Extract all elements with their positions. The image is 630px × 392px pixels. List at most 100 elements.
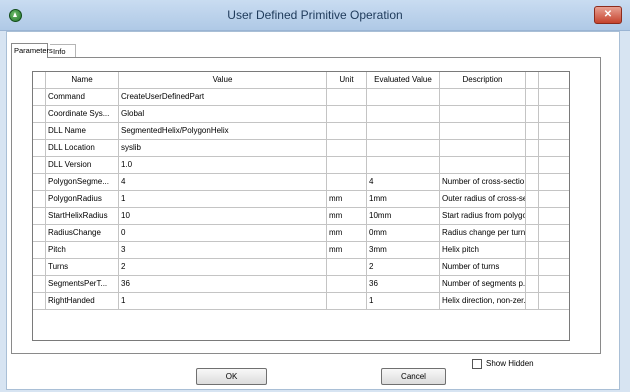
table-row[interactable]: DLL Name SegmentedHelix/PolygonHelix xyxy=(33,123,569,140)
cell-unit[interactable]: mm xyxy=(327,208,367,224)
row-selector-cell[interactable] xyxy=(33,123,46,139)
cell-unit[interactable] xyxy=(327,174,367,190)
cell-unit[interactable] xyxy=(327,157,367,173)
cell-name: PolygonRadius xyxy=(46,191,119,207)
table-row[interactable]: Coordinate Sys... Global xyxy=(33,106,569,123)
cell-evaluated-value: 3mm xyxy=(367,242,440,258)
row-selector-cell[interactable] xyxy=(33,174,46,190)
row-selector-cell[interactable] xyxy=(33,208,46,224)
cell-description: Helix pitch xyxy=(440,242,526,258)
row-selector-cell[interactable] xyxy=(33,157,46,173)
close-button[interactable]: ✕ xyxy=(594,6,622,24)
column-header-evaluated-value[interactable]: Evaluated Value xyxy=(367,72,440,88)
cell-evaluated-value: 2 xyxy=(367,259,440,275)
cell-extra xyxy=(526,208,539,224)
cell-unit[interactable] xyxy=(327,123,367,139)
table-row[interactable]: Command CreateUserDefinedPart xyxy=(33,89,569,106)
cell-unit[interactable] xyxy=(327,276,367,292)
cell-extra xyxy=(526,191,539,207)
cell-description: Number of turns xyxy=(440,259,526,275)
show-hidden-checkbox[interactable] xyxy=(472,359,482,369)
row-selector-cell[interactable] xyxy=(33,106,46,122)
show-hidden-label: Show Hidden xyxy=(486,359,534,368)
table-row[interactable]: RightHanded 1 1 Helix direction, non-zer... xyxy=(33,293,569,310)
cell-unit[interactable] xyxy=(327,259,367,275)
row-selector-cell[interactable] xyxy=(33,293,46,309)
cell-description: Start radius from polygo... xyxy=(440,208,526,224)
cell-value[interactable]: 10 xyxy=(119,208,327,224)
cell-name: PolygonSegme... xyxy=(46,174,119,190)
cell-unit[interactable]: mm xyxy=(327,191,367,207)
cell-unit[interactable] xyxy=(327,106,367,122)
cell-unit[interactable] xyxy=(327,293,367,309)
tab-parameters[interactable]: Parameters xyxy=(11,43,53,58)
dialog-body: Parameters Info Name Value Unit Evaluate… xyxy=(6,31,620,390)
cell-unit[interactable] xyxy=(327,140,367,156)
cell-value[interactable]: 3 xyxy=(119,242,327,258)
cell-unit[interactable]: mm xyxy=(327,242,367,258)
column-header-name[interactable]: Name xyxy=(46,72,119,88)
cell-value[interactable]: SegmentedHelix/PolygonHelix xyxy=(119,123,327,139)
cell-evaluated-value: 4 xyxy=(367,174,440,190)
cell-value[interactable]: Global xyxy=(119,106,327,122)
table-row[interactable]: RadiusChange 0 mm 0mm Radius change per turn xyxy=(33,225,569,242)
cell-description xyxy=(440,157,526,173)
cell-evaluated-value: 0mm xyxy=(367,225,440,241)
cell-unit[interactable]: mm xyxy=(327,225,367,241)
cell-extra xyxy=(526,225,539,241)
cell-name: Command xyxy=(46,89,119,105)
cell-name: Turns xyxy=(46,259,119,275)
column-header-value[interactable]: Value xyxy=(119,72,327,88)
cell-value[interactable]: CreateUserDefinedPart xyxy=(119,89,327,105)
table-row[interactable]: PolygonSegme... 4 4 Number of cross-sectio.… xyxy=(33,174,569,191)
cell-value[interactable]: 1.0 xyxy=(119,157,327,173)
parameters-panel: Name Value Unit Evaluated Value Descript… xyxy=(11,57,601,369)
title-bar: User Defined Primitive Operation ✕ xyxy=(0,0,630,31)
row-selector-cell[interactable] xyxy=(33,225,46,241)
row-selector-cell[interactable] xyxy=(33,259,46,275)
cell-unit[interactable] xyxy=(327,89,367,105)
cell-value[interactable]: 0 xyxy=(119,225,327,241)
cell-value[interactable]: 1 xyxy=(119,293,327,309)
column-header-description[interactable]: Description xyxy=(440,72,526,88)
row-selector-cell[interactable] xyxy=(33,140,46,156)
cell-description xyxy=(440,106,526,122)
cell-name: Pitch xyxy=(46,242,119,258)
cell-description: Outer radius of cross-se... xyxy=(440,191,526,207)
grid-body: Command CreateUserDefinedPart Coordinate S… xyxy=(33,89,569,310)
table-row[interactable]: DLL Version 1.0 xyxy=(33,157,569,174)
cell-extra xyxy=(526,242,539,258)
table-row[interactable]: PolygonRadius 1 mm 1mm Outer radius of cross… xyxy=(33,191,569,208)
ok-button[interactable]: OK xyxy=(196,368,267,385)
cell-evaluated-value: 36 xyxy=(367,276,440,292)
cell-description: Number of cross-sectio... xyxy=(440,174,526,190)
cell-extra xyxy=(526,123,539,139)
cell-value[interactable]: 1 xyxy=(119,191,327,207)
cell-extra xyxy=(526,140,539,156)
tab-info[interactable]: Info xyxy=(50,44,76,58)
row-selector-cell[interactable] xyxy=(33,191,46,207)
cancel-button[interactable]: Cancel xyxy=(381,368,446,385)
column-header-unit[interactable]: Unit xyxy=(327,72,367,88)
cell-description: Number of segments p... xyxy=(440,276,526,292)
cell-name: DLL Name xyxy=(46,123,119,139)
row-selector-cell[interactable] xyxy=(33,89,46,105)
cell-evaluated-value: 10mm xyxy=(367,208,440,224)
table-row[interactable]: SegmentsPerT... 36 36 Number of segments p.… xyxy=(33,276,569,293)
header-selector-cell xyxy=(33,72,46,88)
row-selector-cell[interactable] xyxy=(33,242,46,258)
cell-value[interactable]: 4 xyxy=(119,174,327,190)
cell-extra xyxy=(526,293,539,309)
cell-extra xyxy=(526,106,539,122)
table-row[interactable]: Pitch 3 mm 3mm Helix pitch xyxy=(33,242,569,259)
cell-description: Radius change per turn xyxy=(440,225,526,241)
cell-description xyxy=(440,123,526,139)
cell-value[interactable]: 2 xyxy=(119,259,327,275)
table-row[interactable]: StartHelixRadius 10 mm 10mm Start radius fro… xyxy=(33,208,569,225)
table-row[interactable]: Turns 2 2 Number of turns xyxy=(33,259,569,276)
row-selector-cell[interactable] xyxy=(33,276,46,292)
cell-value[interactable]: syslib xyxy=(119,140,327,156)
cell-value[interactable]: 36 xyxy=(119,276,327,292)
cell-extra xyxy=(526,89,539,105)
table-row[interactable]: DLL Location syslib xyxy=(33,140,569,157)
